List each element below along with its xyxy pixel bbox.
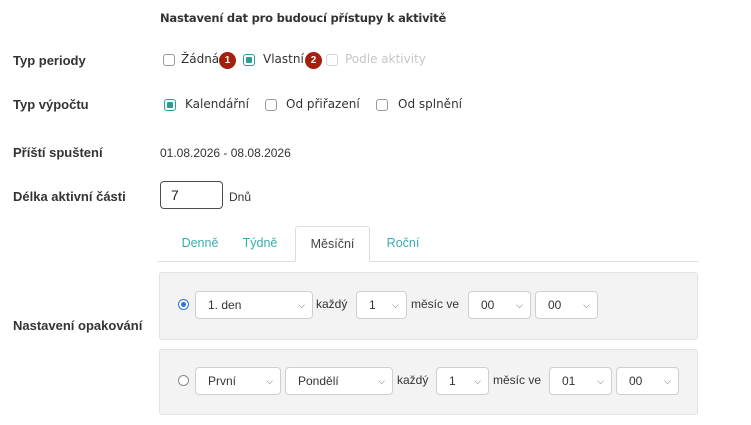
period-none-option[interactable] <box>163 53 175 71</box>
weekday-select-value: Pondělí <box>298 374 339 388</box>
chevron-down-icon: ⌵ <box>664 376 671 386</box>
period-none-label: Žádná <box>181 52 220 66</box>
period-custom-checkbox[interactable] <box>243 54 255 66</box>
chevron-down-icon: ⌵ <box>597 376 604 386</box>
tab-daily[interactable]: Denně <box>176 226 224 261</box>
active-length-input[interactable]: 7 <box>160 181 223 209</box>
chevron-down-icon: ⌵ <box>516 300 523 310</box>
count-select-2[interactable]: 1 ⌵ <box>436 367 489 395</box>
calc-calendar-option[interactable] <box>164 98 176 116</box>
tab-yearly[interactable]: Roční <box>379 226 427 261</box>
minute-select-1[interactable]: 00 ⌵ <box>535 291 598 319</box>
weekday-select[interactable]: Pondělí ⌵ <box>285 367 393 395</box>
minute-select-1-value: 00 <box>548 298 562 312</box>
period-activity-option <box>326 53 338 71</box>
hour-select-2-value: 01 <box>562 374 576 388</box>
repeat-weekday-radio[interactable] <box>178 375 189 386</box>
chevron-down-icon: ⌵ <box>378 376 385 386</box>
period-activity-checkbox <box>326 54 338 66</box>
calc-calendar-checkbox[interactable] <box>164 99 176 111</box>
day-select[interactable]: 1. den ⌵ <box>195 291 313 319</box>
period-activity-label: Podle aktivity <box>345 52 426 66</box>
minute-select-2-value: 00 <box>629 374 643 388</box>
calc-complete-checkbox[interactable] <box>376 99 388 111</box>
step-badge-1: 1 <box>219 52 236 69</box>
minute-select-2[interactable]: 00 ⌵ <box>616 367 679 395</box>
hour-select-1[interactable]: 00 ⌵ <box>468 291 531 319</box>
tabs-divider <box>158 261 698 262</box>
calc-calendar-label: Kalendářní <box>185 97 249 111</box>
active-length-unit: Dnů <box>229 190 252 204</box>
section-heading: Nastavení dat pro budoucí přístupy k akt… <box>160 11 447 25</box>
repeat-day-radio[interactable] <box>178 299 189 310</box>
chevron-down-icon: ⌵ <box>583 300 590 310</box>
period-custom-label: Vlastní <box>263 52 304 66</box>
calc-assign-label: Od přiřazení <box>286 97 360 111</box>
month-text-1: měsíc ve <box>411 297 460 311</box>
active-length-label: Délka aktivní části <box>13 189 126 204</box>
step-badge-2: 2 <box>305 52 322 69</box>
ordinal-select-value: První <box>208 374 237 388</box>
ordinal-select[interactable]: První ⌵ <box>195 367 281 395</box>
count-select-1-value: 1 <box>369 298 376 312</box>
tab-weekly[interactable]: Týdně <box>236 226 284 261</box>
month-text-2: měsíc ve <box>493 373 542 387</box>
period-none-checkbox[interactable] <box>163 54 175 66</box>
chevron-down-icon: ⌵ <box>266 376 273 386</box>
next-run-value: 01.08.2026 - 08.08.2026 <box>160 146 291 160</box>
calc-complete-option[interactable] <box>376 98 388 116</box>
period-custom-option[interactable] <box>243 53 255 71</box>
hour-select-2[interactable]: 01 ⌵ <box>549 367 612 395</box>
chevron-down-icon: ⌵ <box>392 300 399 310</box>
calc-assign-checkbox[interactable] <box>265 99 277 111</box>
calc-complete-label: Od splnění <box>398 97 463 111</box>
hour-select-1-value: 00 <box>481 298 495 312</box>
calc-assign-option[interactable] <box>265 98 277 116</box>
tab-monthly[interactable]: Měsíční <box>295 226 370 262</box>
repeat-settings-label: Nastavení opakování <box>13 318 143 333</box>
every-text-2: každý <box>397 373 429 387</box>
chevron-down-icon: ⌵ <box>474 376 481 386</box>
period-type-label: Typ periody <box>13 53 86 68</box>
calc-type-label: Typ výpočtu <box>13 97 89 112</box>
next-run-label: Příští spuštení <box>13 145 103 160</box>
count-select-2-value: 1 <box>449 374 456 388</box>
chevron-down-icon: ⌵ <box>298 300 305 310</box>
count-select-1[interactable]: 1 ⌵ <box>356 291 407 319</box>
every-text-1: každý <box>316 297 348 311</box>
day-select-value: 1. den <box>208 298 242 312</box>
